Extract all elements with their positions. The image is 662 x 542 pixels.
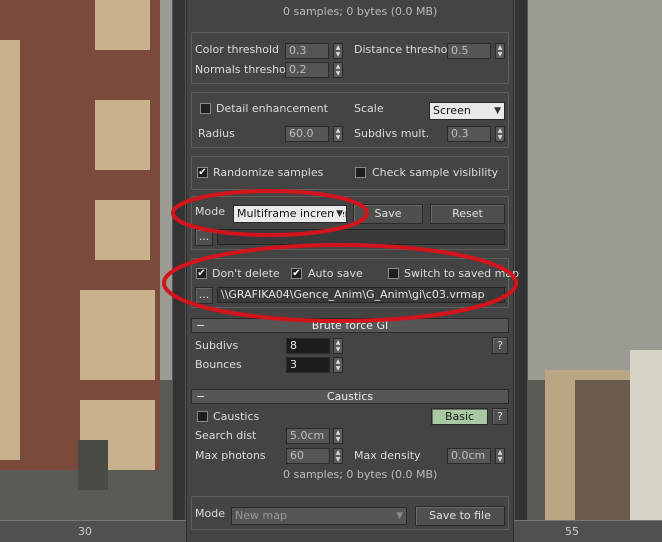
bounces-spinner[interactable]: ▲ ▼ bbox=[333, 357, 343, 373]
basic-button[interactable]: Basic bbox=[431, 408, 488, 425]
mode-label: Mode bbox=[195, 205, 225, 218]
building-left-columns bbox=[0, 40, 20, 460]
chevron-down-icon: ▼ bbox=[396, 511, 403, 521]
radius-input[interactable]: 60.0 bbox=[285, 126, 329, 142]
building-left-balcony bbox=[80, 290, 155, 380]
color-threshold-label: Color threshold bbox=[195, 43, 280, 56]
subdivs-mult-input[interactable]: 0.3 bbox=[447, 126, 491, 142]
max-photons-spinner[interactable]: ▲ ▼ bbox=[333, 448, 343, 464]
scale-label: Scale bbox=[354, 102, 384, 115]
subdivs-input[interactable]: 8 bbox=[286, 338, 330, 354]
check-sample-visibility-checkbox[interactable] bbox=[355, 167, 366, 178]
caustics-title: Caustics bbox=[326, 390, 374, 403]
caustics-label: Caustics bbox=[213, 410, 260, 423]
distance-threshold-label: Distance threshold bbox=[354, 43, 458, 56]
auto-save-label: Auto save bbox=[308, 267, 363, 280]
subdivs-mult-label: Subdivs mult. bbox=[354, 127, 430, 140]
search-dist-input[interactable]: 5.0cm bbox=[286, 428, 330, 444]
subdivs-label: Subdivs bbox=[195, 339, 239, 352]
color-threshold-spinner[interactable]: ▲ ▼ bbox=[333, 43, 343, 59]
radius-spinner[interactable]: ▲ ▼ bbox=[333, 126, 343, 142]
top-sample-info: 0 samples; 0 bytes (0.0 MB) bbox=[283, 5, 438, 18]
mode-save-button[interactable]: Save bbox=[353, 204, 423, 224]
collapse-icon: − bbox=[196, 390, 206, 403]
chevron-down-icon: ▼ bbox=[334, 206, 343, 222]
max-density-spinner[interactable]: ▲ ▼ bbox=[495, 448, 505, 464]
max-density-input[interactable]: 0.0cm bbox=[447, 448, 491, 464]
caustics-rollout-header[interactable]: − Caustics bbox=[191, 389, 509, 404]
normals-threshold-label: Normals threshold bbox=[195, 63, 296, 76]
distance-threshold-input[interactable]: 0.5 bbox=[447, 43, 491, 59]
caustics-help-button[interactable]: ? bbox=[492, 408, 508, 425]
building-right-side bbox=[630, 350, 662, 520]
auto-save-path-field[interactable]: \\GRAFIKA04\Gence_Anim\G_Anim\gi\c03.vrm… bbox=[217, 287, 505, 303]
building-left-balcony bbox=[95, 100, 150, 170]
auto-save-browse-button[interactable]: ... bbox=[195, 287, 213, 304]
building-right-windows bbox=[575, 380, 635, 520]
dont-delete-checkbox[interactable]: ✔ bbox=[196, 268, 207, 279]
detail-enhancement-checkbox[interactable] bbox=[200, 103, 211, 114]
scale-dropdown-value: Screen bbox=[433, 104, 471, 117]
brute-force-gi-rollout-header[interactable]: − Brute force GI bbox=[191, 318, 509, 333]
bounces-label: Bounces bbox=[195, 358, 242, 371]
color-threshold-input[interactable]: 0.3 bbox=[285, 43, 329, 59]
collapse-icon: − bbox=[196, 319, 206, 332]
randomize-samples-checkbox[interactable]: ✔ bbox=[197, 167, 208, 178]
mode-dropdown[interactable]: Multiframe incremen ▼ bbox=[233, 205, 347, 223]
radius-label: Radius bbox=[198, 127, 235, 140]
mode-browse-button[interactable]: ... bbox=[195, 229, 213, 246]
caustics-sample-info: 0 samples; 0 bytes (0.0 MB) bbox=[283, 468, 438, 481]
search-dist-label: Search dist bbox=[195, 429, 257, 442]
brute-force-gi-title: Brute force GI bbox=[311, 319, 389, 332]
search-dist-spinner[interactable]: ▲ ▼ bbox=[333, 428, 343, 444]
max-density-label: Max density bbox=[354, 449, 421, 462]
building-left-balcony bbox=[95, 200, 150, 260]
ruler-tick-30: 30 bbox=[78, 525, 92, 538]
bottom-mode-dropdown[interactable]: New map ▼ bbox=[231, 507, 407, 525]
bounces-input[interactable]: 3 bbox=[286, 357, 330, 373]
switch-to-saved-map-label: Switch to saved map bbox=[404, 267, 520, 280]
brute-force-help-button[interactable]: ? bbox=[492, 337, 508, 354]
scale-dropdown[interactable]: Screen ▼ bbox=[429, 102, 505, 120]
normals-threshold-spinner[interactable]: ▲ ▼ bbox=[333, 62, 343, 78]
mode-file-field[interactable] bbox=[217, 229, 505, 245]
bottom-mode-dropdown-value: New map bbox=[235, 509, 287, 522]
building-left-window bbox=[78, 440, 108, 490]
randomize-samples-label: Randomize samples bbox=[213, 166, 324, 179]
bottom-mode-label: Mode bbox=[195, 507, 225, 520]
distance-threshold-spinner[interactable]: ▲ ▼ bbox=[495, 43, 505, 59]
auto-save-checkbox[interactable]: ✔ bbox=[291, 268, 302, 279]
building-left-balcony bbox=[95, 0, 150, 50]
save-to-file-button[interactable]: Save to file bbox=[415, 506, 505, 526]
viewport-frame-left bbox=[172, 0, 186, 542]
mode-dropdown-value: Multiframe incremen bbox=[237, 207, 347, 220]
subdivs-spinner[interactable]: ▲ ▼ bbox=[333, 338, 343, 354]
dont-delete-label: Don't delete bbox=[212, 267, 280, 280]
gi-settings-panel: 0 samples; 0 bytes (0.0 MB) Color thresh… bbox=[186, 0, 519, 542]
ruler-tick-55: 55 bbox=[565, 525, 579, 538]
detail-enhancement-label: Detail enhancement bbox=[216, 102, 328, 115]
normals-threshold-input[interactable]: 0.2 bbox=[285, 62, 329, 78]
check-sample-visibility-label: Check sample visibility bbox=[372, 166, 499, 179]
chevron-down-icon: ▼ bbox=[494, 106, 501, 116]
max-photons-input[interactable]: 60 bbox=[286, 448, 330, 464]
caustics-checkbox[interactable] bbox=[197, 411, 208, 422]
max-photons-label: Max photons bbox=[195, 449, 266, 462]
switch-to-saved-map-checkbox[interactable] bbox=[388, 268, 399, 279]
mode-reset-button[interactable]: Reset bbox=[430, 204, 505, 224]
subdivs-mult-spinner[interactable]: ▲ ▼ bbox=[495, 126, 505, 142]
